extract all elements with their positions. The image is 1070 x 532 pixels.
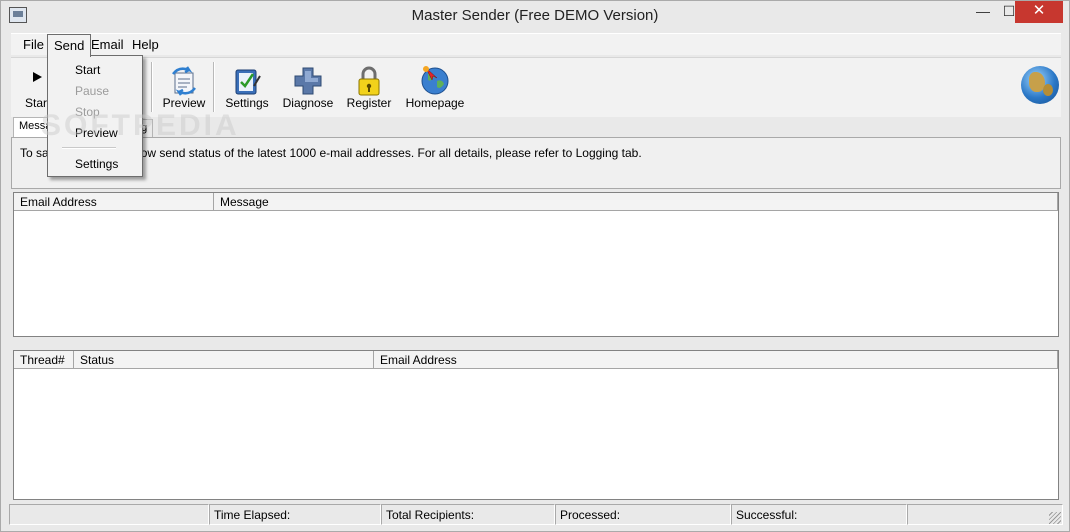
status-total-recipients: Total Recipients: — [381, 504, 555, 525]
diagnose-icon — [294, 67, 322, 95]
resize-grip[interactable] — [1049, 512, 1061, 524]
send-menu-stop: Stop — [75, 105, 100, 119]
diagnose-label: Diagnose — [282, 96, 334, 110]
thread-status-list[interactable]: Thread# Status Email Address — [13, 350, 1059, 500]
play-icon — [33, 72, 42, 82]
toolbar: Start Preview Settings Diagnose Register… — [11, 57, 1061, 117]
toolbar-separator — [213, 62, 215, 112]
settings-label: Settings — [225, 96, 269, 110]
homepage-button[interactable]: Homepage — [403, 60, 467, 116]
main-window: Master Sender (Free DEMO Version) — ☐ ✕ … — [0, 0, 1070, 532]
status-time-elapsed: Time Elapsed: — [209, 504, 381, 525]
tab-strip: Messa ng — [11, 117, 1061, 138]
register-button[interactable]: Register — [345, 60, 393, 116]
column-thread[interactable]: Thread# — [14, 351, 74, 368]
toolbar-separator — [151, 62, 153, 112]
preview-icon — [172, 66, 196, 96]
globe-logo-icon — [1021, 66, 1059, 104]
window-title: Master Sender (Free DEMO Version) — [411, 7, 659, 24]
menu-email[interactable]: Email — [91, 37, 124, 52]
web-globe-icon — [421, 66, 449, 95]
homepage-label: Homepage — [405, 96, 465, 110]
email-message-list[interactable]: Email Address Message — [13, 192, 1059, 337]
lock-icon — [358, 66, 380, 96]
menu-help[interactable]: Help — [132, 37, 159, 52]
status-panel-last — [907, 504, 1063, 525]
preview-button[interactable]: Preview — [159, 60, 209, 116]
column-message[interactable]: Message — [214, 193, 1058, 210]
settings-icon — [235, 69, 261, 95]
send-menu-settings[interactable]: Settings — [75, 157, 118, 171]
info-panel: To sa y show send status of the latest 1… — [11, 137, 1061, 189]
menu-bar: File Send Email Help — [11, 33, 1061, 57]
menu-separator — [62, 147, 116, 149]
status-panel-empty — [9, 504, 209, 525]
menu-send[interactable]: Send — [47, 34, 92, 57]
status-bar: Time Elapsed: Total Recipients: Processe… — [9, 504, 1063, 526]
settings-button[interactable]: Settings — [223, 60, 271, 116]
column-email-address[interactable]: Email Address — [14, 193, 214, 210]
diagnose-button[interactable]: Diagnose — [281, 60, 335, 116]
list-header: Email Address Message — [14, 193, 1058, 211]
send-menu-pause: Pause — [75, 84, 110, 98]
status-processed: Processed: — [555, 504, 731, 525]
status-successful: Successful: — [731, 504, 907, 525]
send-menu-preview[interactable]: Preview — [75, 126, 118, 140]
register-label: Register — [346, 96, 392, 110]
column-email-address[interactable]: Email Address — [374, 351, 1058, 368]
send-menu-dropdown: Start Pause Stop Preview Settings — [47, 55, 143, 177]
send-menu-start[interactable]: Start — [75, 63, 100, 77]
title-bar[interactable]: Master Sender (Free DEMO Version) — ☐ ✕ — [1, 1, 1069, 31]
preview-label: Preview — [162, 96, 206, 110]
close-button[interactable]: ✕ — [1015, 1, 1063, 23]
list-header: Thread# Status Email Address — [14, 351, 1058, 369]
menu-file[interactable]: File — [23, 37, 44, 52]
column-status[interactable]: Status — [74, 351, 374, 368]
